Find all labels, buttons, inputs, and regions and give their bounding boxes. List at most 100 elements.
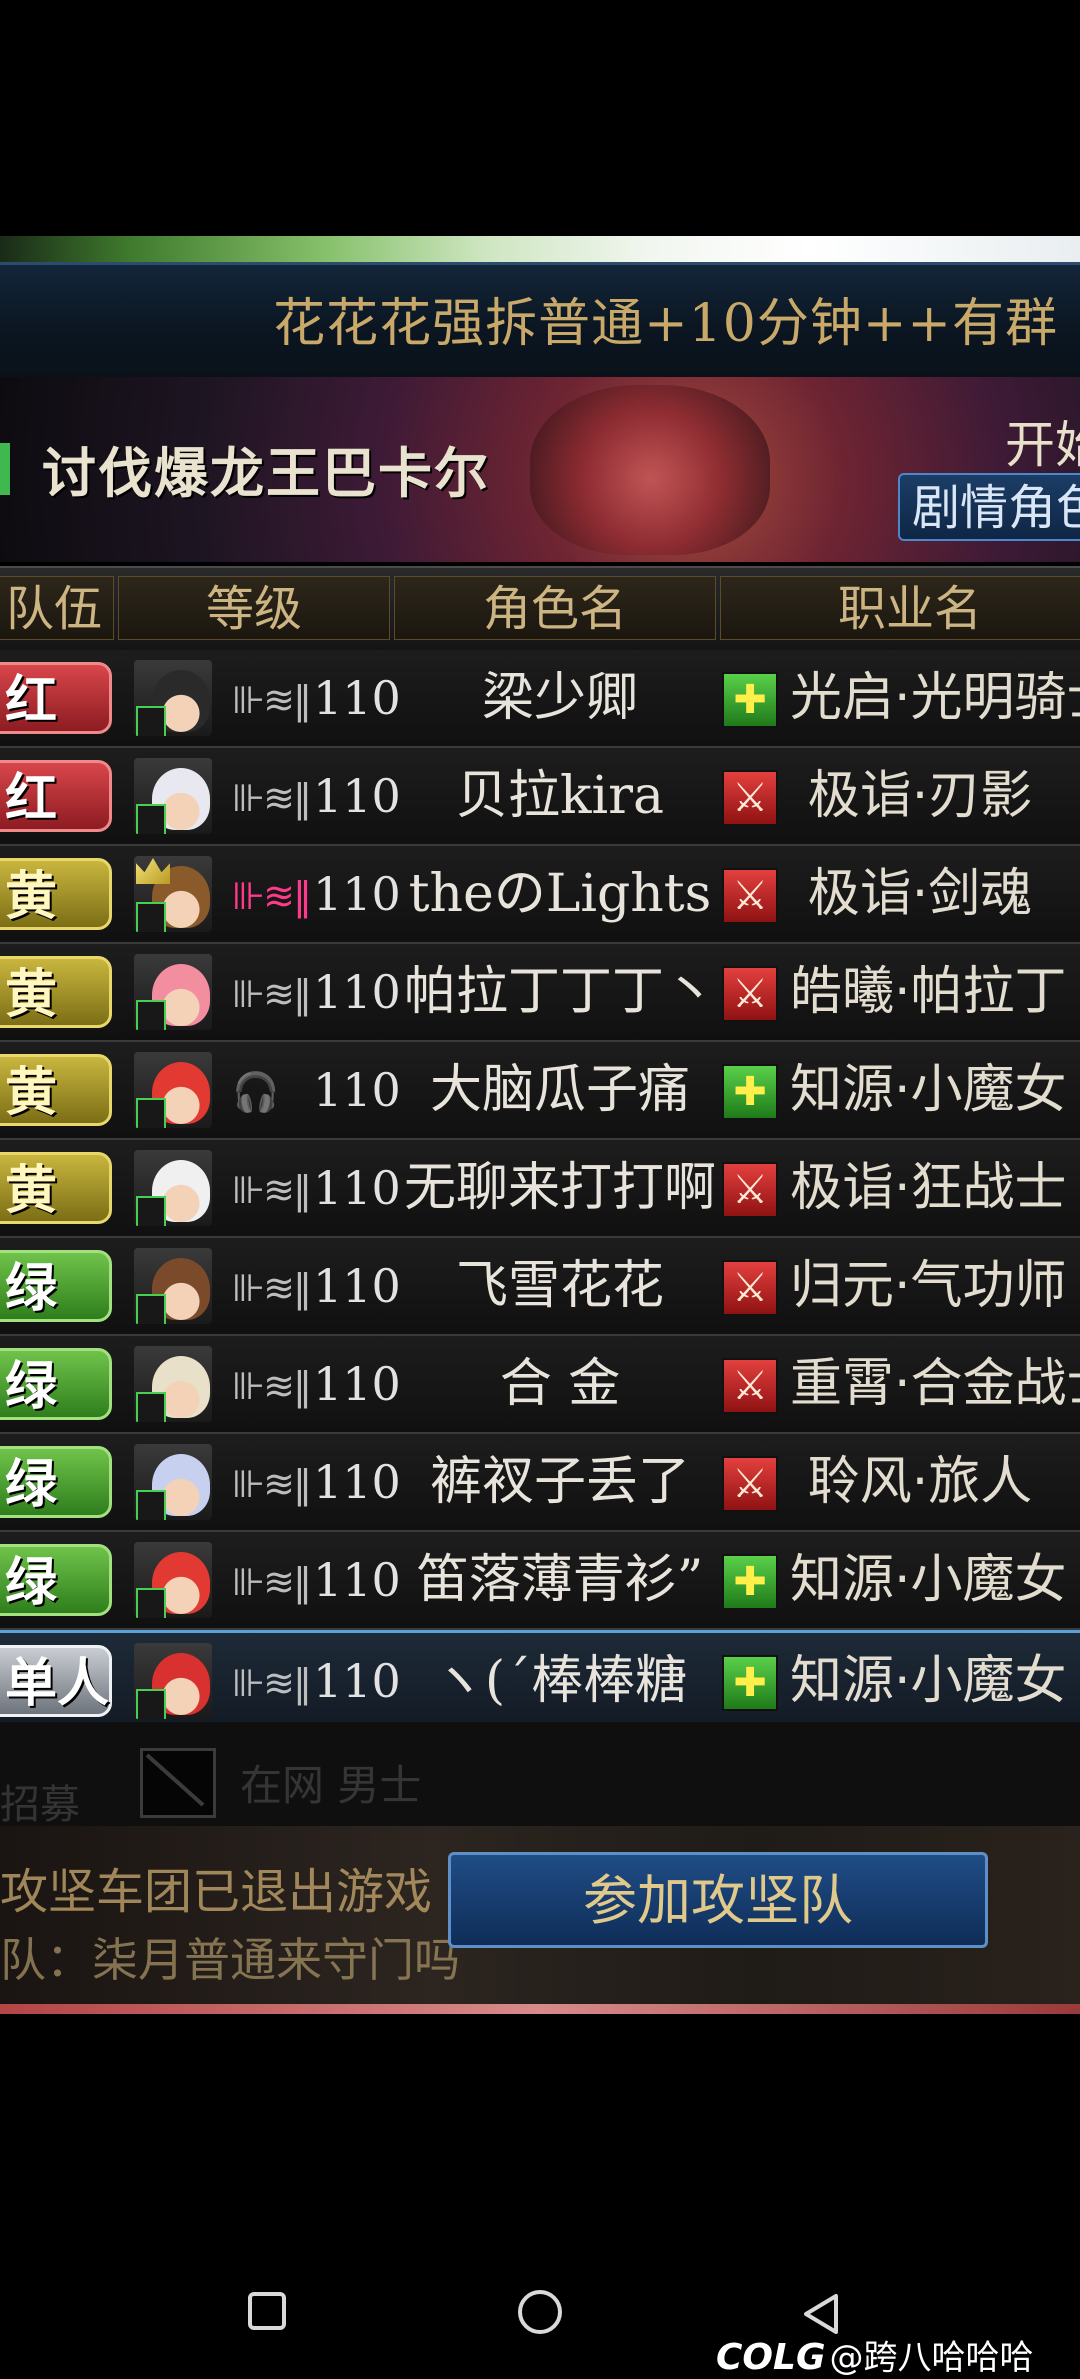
healer-role-icon: ✚ — [722, 1655, 778, 1711]
player-row[interactable]: 单人 ⊪≋‖ 110 ヽ(ˊ棒棒糖 ✚ 知源·小魔女 — [0, 1630, 1080, 1733]
job-name: 极诣·狂战士 — [790, 1158, 1067, 1218]
avatar[interactable] — [134, 1150, 212, 1226]
signal-icon: ⊪≋‖ — [232, 974, 312, 1014]
status-glyph: ⊪≋‖ — [232, 776, 312, 820]
job-name: 极诣·剑魂 — [807, 864, 1033, 924]
sword-role-icon: ⚔ — [722, 966, 778, 1022]
castle-badge-icon — [136, 902, 166, 932]
team-label: 黄 — [5, 965, 58, 1025]
avatar[interactable] — [134, 1542, 212, 1618]
player-row[interactable]: 红 ⊪≋‖110 梁少卿 ✚ 光启·光明骑士 — [0, 650, 1080, 748]
player-row[interactable]: 黄 ⊪≋‖ 110 帕拉丁丁丁丶 ⚔ 皓曦·帕拉丁 — [0, 944, 1080, 1042]
bottom-strip — [0, 2004, 1080, 2014]
home-icon[interactable] — [518, 2290, 562, 2334]
avatar[interactable] — [134, 1346, 212, 1422]
story-character-button[interactable]: 剧情角色 — [898, 473, 1080, 541]
avatar[interactable] — [134, 758, 212, 834]
team-badge: 绿 — [0, 1348, 112, 1420]
join-raid-button[interactable]: 参加攻坚队 — [448, 1852, 988, 1948]
sword-role-icon: ⚔ — [722, 1358, 778, 1414]
avatar[interactable] — [134, 1444, 212, 1520]
player-level: 110 — [313, 1063, 401, 1117]
player-row[interactable]: 黄 ⊪≋‖ 110 theのLights ⚔ 极诣·剑魂 — [0, 846, 1080, 944]
team-badge: 绿 — [0, 1250, 112, 1322]
team-badge: 绿 — [0, 1544, 112, 1616]
role-glyph: ⚔ — [732, 971, 768, 1017]
job-name: 皓曦·帕拉丁 — [790, 962, 1067, 1022]
avatar[interactable] — [134, 856, 212, 932]
avatar[interactable] — [134, 1643, 212, 1719]
dungeon-banner[interactable]: 讨伐爆龙王巴卡尔 开始 剧情角色 — [0, 377, 1080, 562]
signal-icon: ⊪≋‖ — [232, 1266, 312, 1310]
player-level: 110 — [313, 867, 401, 921]
column-level[interactable]: 等级 — [118, 576, 390, 640]
status-glyph: ⊪≋‖ — [232, 1560, 312, 1604]
empty-avatar-slot — [140, 1748, 216, 1818]
job-name: 知源·小魔女 — [790, 1060, 1067, 1120]
signal-icon: ⊪≋‖ — [232, 678, 312, 722]
player-level: 110 — [313, 1553, 401, 1607]
castle-badge-icon — [136, 706, 166, 736]
signal-icon: ⊪≋‖ — [232, 1366, 312, 1406]
job-name: 归元·气功师 — [790, 1256, 1067, 1316]
role-glyph: ⚔ — [732, 775, 768, 821]
leader-crown-icon — [136, 858, 170, 884]
castle-badge-icon — [136, 804, 166, 834]
castle-badge-icon — [136, 1588, 166, 1618]
avatar[interactable] — [134, 660, 212, 736]
job-name: 聆风·旅人 — [807, 1452, 1033, 1512]
column-job-name[interactable]: 职业名 — [720, 576, 1080, 640]
role-glyph: ✚ — [733, 1069, 767, 1115]
dungeon-name: 讨伐爆龙王巴卡尔 — [42, 441, 490, 505]
player-name: ヽ(ˊ棒棒糖 — [432, 1651, 688, 1711]
team-label: 绿 — [5, 1455, 58, 1515]
role-glyph: ⚔ — [732, 1167, 768, 1213]
player-name: 裤衩子丢了 — [429, 1452, 690, 1512]
healer-role-icon: ✚ — [722, 1064, 778, 1120]
player-row[interactable]: 黄 ⊪≋‖ 110 无聊来打打啊 ⚔ 极诣·狂战士 — [0, 1140, 1080, 1238]
team-label: 绿 — [5, 1357, 58, 1417]
empty-slot-row[interactable]: 招募 在网 男士 — [0, 1722, 1080, 1828]
player-level: 110 — [313, 1259, 401, 1313]
castle-badge-icon — [136, 1490, 166, 1520]
role-glyph: ✚ — [733, 1559, 767, 1605]
job-name: 极诣·刃影 — [807, 766, 1033, 826]
player-row[interactable]: 黄 🎧 110 大脑瓜子痛 ✚ 知源·小魔女 — [0, 1042, 1080, 1140]
avatar[interactable] — [134, 954, 212, 1030]
column-team[interactable]: 队伍 — [0, 576, 114, 640]
signal-icon: ⊪≋‖ — [232, 1560, 312, 1604]
room-title-bar: 花花花强拆普通+10分钟++有群 — [0, 262, 1080, 380]
player-level: 110 — [313, 769, 401, 823]
background-foliage — [0, 236, 1080, 262]
avatar[interactable] — [134, 1248, 212, 1324]
team-badge: 黄 — [0, 1152, 112, 1224]
column-character-name[interactable]: 角色名 — [394, 576, 716, 640]
job-name: 知源·小魔女 — [790, 1651, 1067, 1711]
job-name: 光启·光明骑士 — [790, 668, 1080, 728]
player-name: 飞雪花花 — [455, 1256, 664, 1316]
status-glyph: ⊪≋‖ — [232, 678, 312, 722]
team-label: 单人 — [5, 1654, 110, 1714]
status-glyph: ⊪≋‖ — [232, 874, 312, 918]
player-row[interactable]: 绿 ⊪≋‖ 110 裤衩子丢了 ⚔ 聆风·旅人 — [0, 1434, 1080, 1532]
castle-badge-icon — [136, 1000, 166, 1030]
player-row[interactable]: 绿 ⊪≋‖ 110 笛落薄青衫” ✚ 知源·小魔女 — [0, 1532, 1080, 1630]
sword-role-icon: ⚔ — [722, 1260, 778, 1316]
player-row[interactable]: 绿 ⊪≋‖ 110 飞雪花花 ⚔ 归元·气功师 — [0, 1238, 1080, 1336]
status-glyph: ⊪≋‖ — [232, 1266, 312, 1310]
avatar[interactable] — [134, 1052, 212, 1128]
job-name: 知源·小魔女 — [790, 1550, 1067, 1610]
team-badge: 黄 — [0, 1054, 112, 1126]
recent-apps-icon[interactable] — [248, 2292, 286, 2330]
team-badge: 黄 — [0, 858, 112, 930]
open-label: 开始 — [1005, 416, 1080, 474]
player-row[interactable]: 红 ⊪≋‖ 110 贝拉kira ⚔ 极诣·刃影 — [0, 748, 1080, 846]
role-glyph: ✚ — [733, 1660, 767, 1706]
status-glyph: ⊪≋‖ — [232, 1462, 312, 1506]
team-badge: 红 — [0, 662, 112, 734]
signal-icon: ⊪≋‖ — [232, 1663, 312, 1703]
sword-role-icon: ⚔ — [722, 868, 778, 924]
player-name: 梁少卿 — [481, 668, 638, 728]
player-row[interactable]: 绿 ⊪≋‖110 合 金 ⚔ 重霄·合金战士 — [0, 1336, 1080, 1434]
boss-portrait — [530, 385, 770, 555]
